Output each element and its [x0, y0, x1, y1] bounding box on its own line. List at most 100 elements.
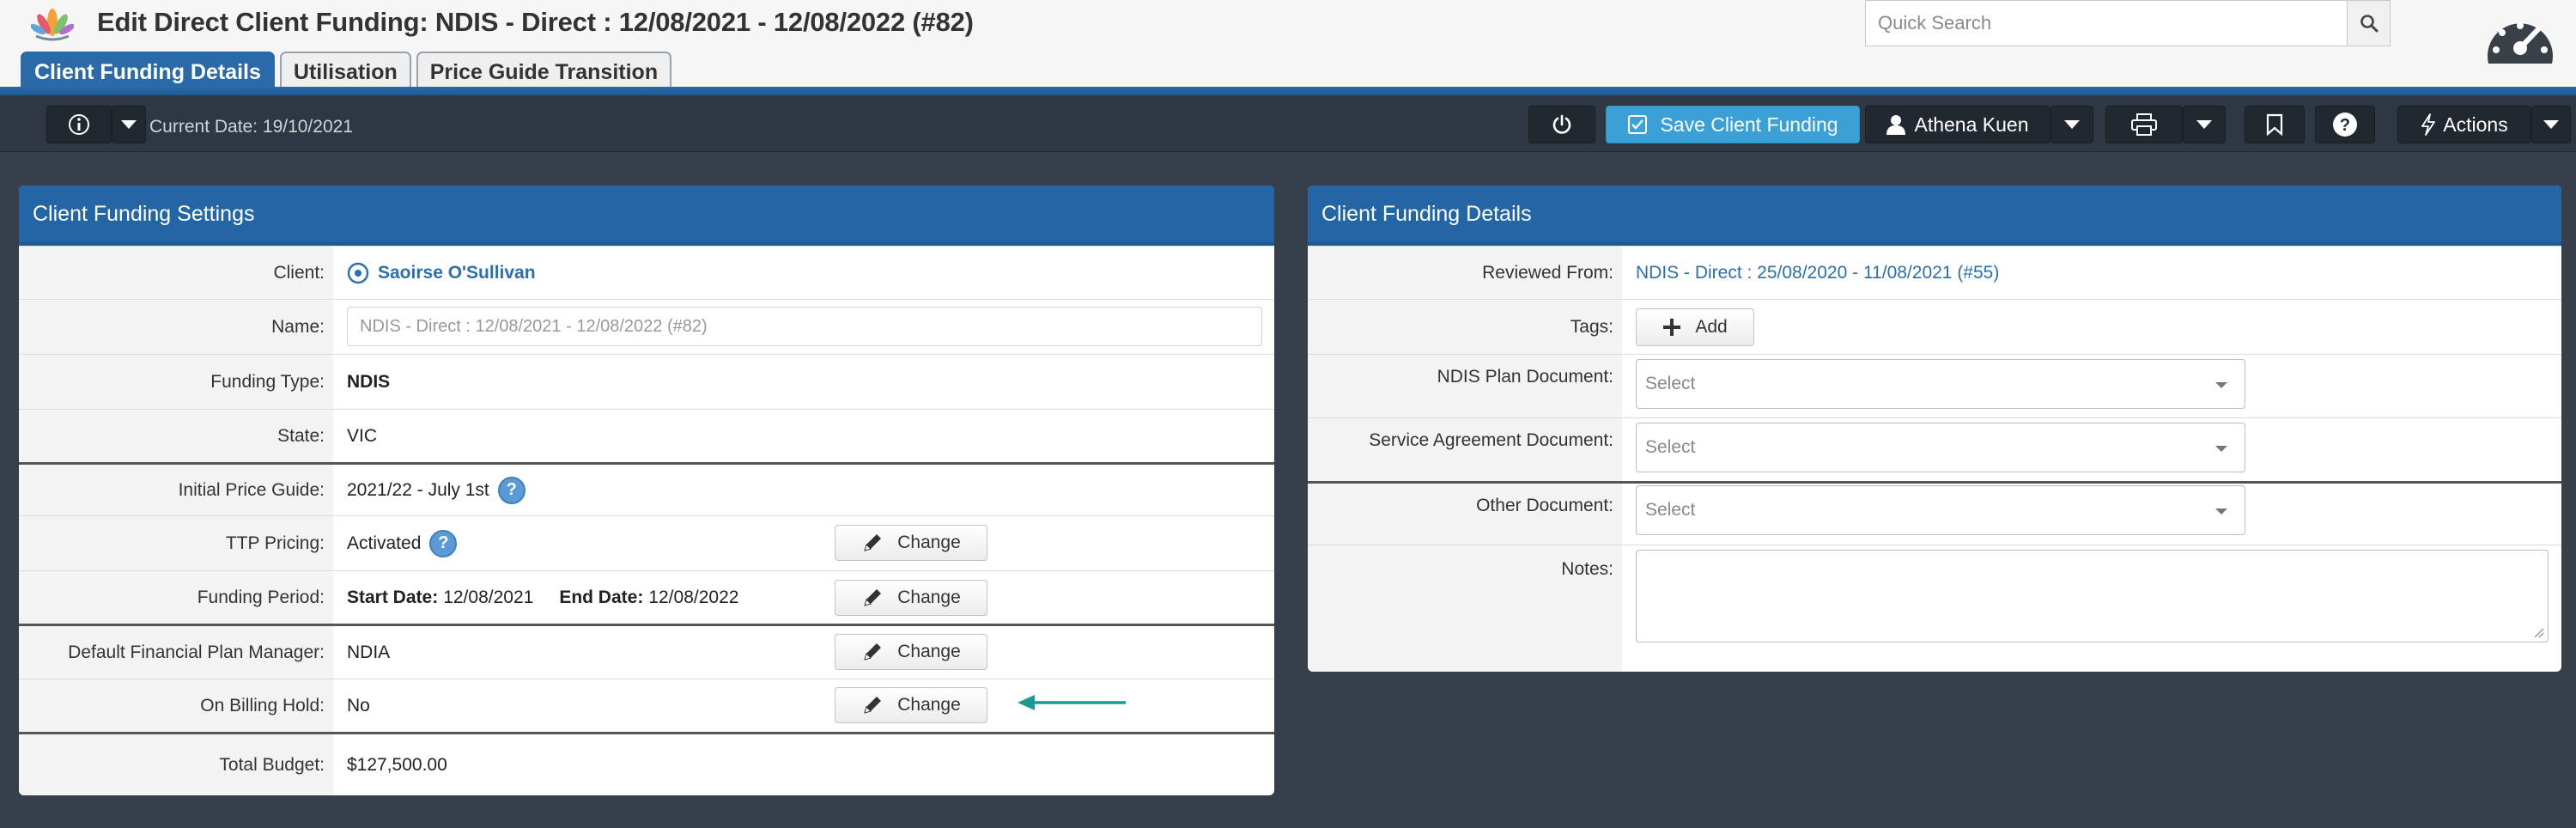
plan-manager-label: Default Financial Plan Manager: — [68, 642, 325, 662]
help-button[interactable]: ? — [2315, 106, 2375, 143]
other-document-select[interactable]: Select — [1636, 485, 2245, 535]
user-icon — [1886, 115, 1906, 135]
funding-type-label: Funding Type: — [210, 371, 325, 392]
ndis-plan-document-select[interactable]: Select — [1636, 359, 2245, 409]
end-date-label: End Date: — [559, 587, 644, 607]
row-name: Name: NDIS - Direct : 12/08/2021 - 12/08… — [19, 299, 1274, 354]
search-button[interactable] — [2347, 1, 2390, 46]
target-icon — [347, 262, 369, 283]
chevron-down-icon — [2215, 446, 2227, 452]
funding-type-value: NDIS — [347, 371, 391, 392]
quick-search — [1865, 0, 2391, 46]
help-icon[interactable]: ? — [497, 476, 526, 504]
plan-doc-label: NDIS Plan Document: — [1437, 367, 1613, 387]
row-funding-type: Funding Type: NDIS — [19, 354, 1274, 409]
other-doc-label: Other Document: — [1476, 496, 1613, 515]
resize-handle-icon[interactable] — [2532, 626, 2544, 638]
printer-icon — [2131, 113, 2157, 136]
change-label: Change — [897, 695, 961, 715]
select-placeholder: Select — [1645, 500, 1696, 520]
info-icon — [69, 114, 89, 135]
price-guide-value: 2021/22 - July 1st ? — [347, 465, 526, 515]
client-value[interactable]: Saoirse O'Sullivan — [347, 262, 536, 284]
row-ttp-pricing: TTP Pricing: Activated ? Change — [19, 515, 1274, 570]
row-plan-manager: Default Financial Plan Manager: NDIA Cha… — [19, 624, 1274, 679]
price-guide-text: 2021/22 - July 1st — [347, 479, 489, 500]
tab-bar: Client Funding Details Utilisation Price… — [21, 52, 672, 91]
actions-dropdown-button[interactable] — [2531, 106, 2571, 143]
question-icon: ? — [2333, 113, 2357, 137]
pencil-icon — [864, 697, 882, 714]
reviewed-link[interactable]: NDIS - Direct : 25/08/2020 - 11/08/2021 … — [1636, 247, 1999, 299]
agreement-doc-label: Service Agreement Document: — [1369, 430, 1613, 450]
notes-textarea[interactable] — [1636, 550, 2549, 642]
change-billing-hold-button[interactable]: Change — [835, 687, 987, 723]
user-menu-button[interactable]: Athena Kuen — [1865, 106, 2050, 143]
svg-text:?: ? — [2340, 116, 2350, 135]
tab-client-funding-details[interactable]: Client Funding Details — [21, 52, 275, 91]
checkbox-icon — [1628, 115, 1648, 134]
actions-button[interactable]: Actions — [2397, 106, 2531, 143]
change-plan-manager-button[interactable]: Change — [835, 634, 987, 670]
row-total-budget: Total Budget: $127,500.00 — [19, 732, 1274, 795]
change-label: Change — [897, 588, 961, 607]
service-agreement-document-select[interactable]: Select — [1636, 423, 2245, 472]
bookmark-button[interactable] — [2245, 106, 2305, 143]
row-tags: Tags: Add — [1308, 299, 2561, 354]
select-placeholder: Select — [1645, 437, 1696, 457]
info-button[interactable] — [46, 106, 112, 143]
save-label: Save Client Funding — [1660, 113, 1838, 136]
select-placeholder: Select — [1645, 374, 1696, 393]
tab-strip — [0, 87, 2576, 95]
change-period-button[interactable]: Change — [835, 580, 987, 616]
end-date-value: 12/08/2022 — [648, 587, 739, 607]
print-dropdown-button[interactable] — [2183, 106, 2226, 143]
ttp-value: Activated ? — [347, 516, 458, 570]
state-value: VIC — [347, 425, 378, 446]
save-client-funding-button[interactable]: Save Client Funding — [1606, 106, 1860, 143]
pencil-icon — [864, 589, 882, 606]
chevron-down-icon — [121, 120, 137, 129]
chevron-down-icon — [2196, 120, 2212, 129]
plan-manager-value: NDIA — [347, 642, 391, 662]
change-ttp-button[interactable]: Change — [835, 525, 987, 561]
change-label: Change — [897, 533, 961, 552]
toolbar: Current Date: 19/10/2021 Save Client Fun… — [0, 95, 2576, 152]
print-button[interactable] — [2105, 106, 2183, 143]
name-input[interactable]: NDIS - Direct : 12/08/2021 - 12/08/2022 … — [347, 307, 1262, 346]
tab-utilisation[interactable]: Utilisation — [279, 52, 411, 91]
power-button[interactable] — [1528, 106, 1595, 143]
add-tag-button[interactable]: Add — [1636, 308, 1754, 346]
chevron-down-icon — [2064, 120, 2080, 129]
billing-hold-label: On Billing Hold: — [200, 695, 325, 715]
period-value: Start Date: 12/08/2021 End Date: 12/08/2… — [347, 571, 738, 624]
quick-search-input[interactable] — [1866, 1, 2347, 46]
ttp-text: Activated — [347, 533, 422, 553]
pencil-icon — [864, 534, 882, 551]
row-reviewed-from: Reviewed From: NDIS - Direct : 25/08/202… — [1308, 246, 2561, 299]
client-link[interactable]: Saoirse O'Sullivan — [378, 263, 536, 283]
dashboard-gauge-icon[interactable] — [2482, 10, 2559, 72]
info-dropdown-button[interactable] — [112, 106, 146, 143]
help-icon[interactable]: ? — [429, 529, 458, 557]
panel-title: Client Funding Details — [1308, 186, 2561, 246]
user-dropdown-button[interactable] — [2050, 106, 2093, 143]
row-state: State: VIC — [19, 409, 1274, 462]
bookmark-icon — [2266, 113, 2283, 136]
start-date-value: 12/08/2021 — [443, 587, 534, 607]
chevron-down-icon — [2215, 382, 2227, 388]
chevron-down-icon — [2543, 120, 2559, 129]
state-label: State: — [277, 425, 325, 446]
lightning-icon — [2421, 113, 2436, 136]
power-icon — [1552, 114, 1571, 134]
app-header: Edit Direct Client Funding: NDIS - Direc… — [0, 0, 2576, 91]
lotus-logo-icon — [31, 9, 74, 41]
budget-value: $127,500.00 — [347, 754, 447, 775]
start-date-label: Start Date: — [347, 587, 439, 607]
actions-label: Actions — [2443, 113, 2508, 136]
tab-price-guide-transition[interactable]: Price Guide Transition — [416, 52, 672, 91]
current-date: Current Date: 19/10/2021 — [149, 117, 353, 137]
chevron-down-icon — [2215, 508, 2227, 514]
plus-icon — [1663, 319, 1681, 336]
add-label: Add — [1695, 317, 1728, 337]
